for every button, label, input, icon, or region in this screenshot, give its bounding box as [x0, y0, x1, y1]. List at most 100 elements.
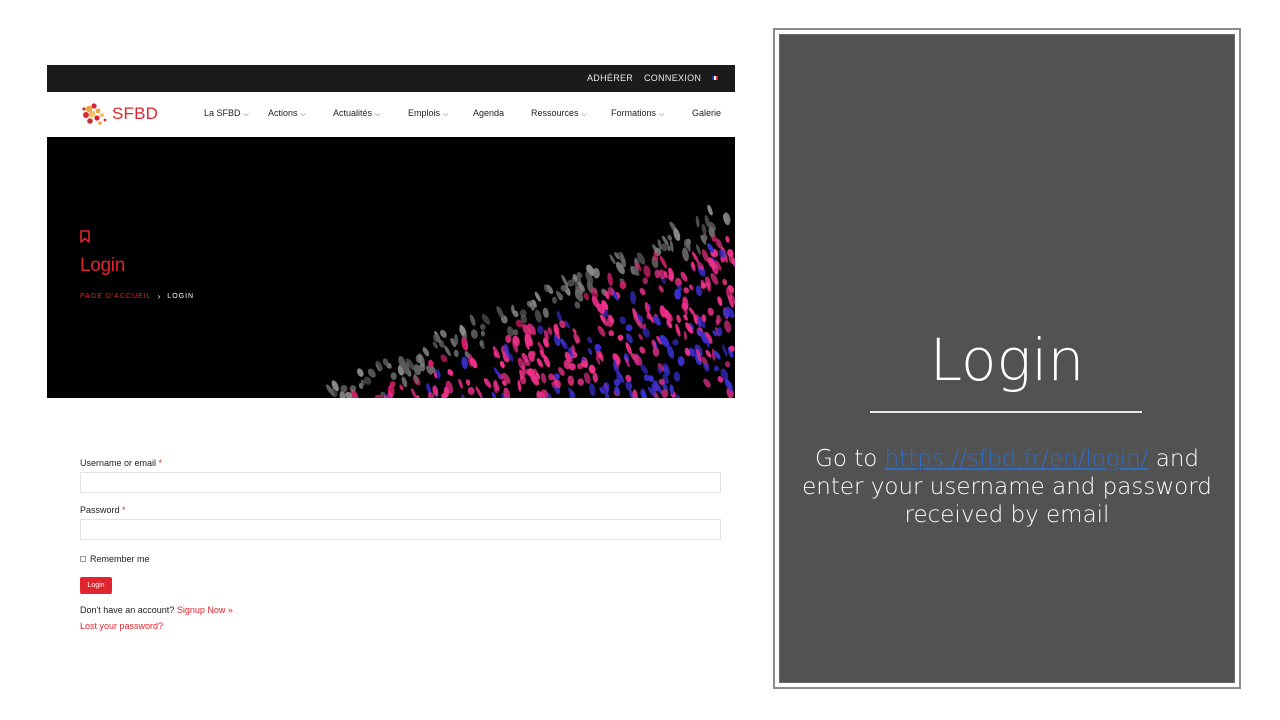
cell-mark: [447, 369, 454, 376]
login-url-link[interactable]: https://sfbd.fr/en/login/: [885, 446, 1149, 472]
cell-mark: [652, 346, 660, 357]
password-input[interactable]: [80, 519, 721, 540]
slide-panel: Login Go to https://sfbd.fr/en/login/ an…: [773, 28, 1241, 689]
cell-mark: [707, 204, 713, 216]
username-input[interactable]: [80, 472, 721, 493]
cell-mark: [608, 330, 615, 337]
adherer-link[interactable]: ADHÉRER: [587, 73, 633, 83]
chevron-down-icon: ⌵: [300, 111, 306, 118]
cell-mark: [534, 309, 542, 323]
cell-mark: [422, 347, 430, 357]
nav-label: Formations: [611, 108, 657, 118]
cell-mark: [440, 354, 448, 363]
nav-label: Emplois: [408, 108, 441, 118]
cell-mark: [659, 255, 668, 269]
cell-mark: [469, 314, 476, 326]
password-label-text: Password: [80, 505, 120, 515]
cell-mark: [480, 330, 485, 337]
lost-password-link[interactable]: Lost your password?: [80, 621, 163, 631]
nav-label: Actions: [268, 108, 298, 118]
cell-mark: [483, 378, 492, 388]
cell-mark: [724, 320, 732, 333]
cell-mark: [499, 360, 505, 369]
nav-agenda[interactable]: Agenda: [473, 108, 504, 118]
cell-mark: [465, 379, 471, 386]
nav-label: La SFBD: [204, 108, 241, 118]
remember-checkbox[interactable]: [80, 556, 86, 562]
cell-mark: [688, 284, 694, 291]
nav-label: Actualités: [333, 108, 373, 118]
cell-mark: [453, 349, 459, 358]
cell-mark: [410, 388, 417, 398]
connexion-link[interactable]: CONNEXION: [644, 73, 701, 83]
cell-mark: [597, 325, 606, 337]
nav-label: Galerie: [692, 108, 722, 118]
cell-mark: [574, 301, 581, 309]
cell-mark: [632, 389, 638, 398]
cell-mark: [722, 278, 728, 286]
sfbd-logo[interactable]: SFBD: [80, 100, 158, 128]
cell-mark: [703, 378, 711, 388]
nav-ressources[interactable]: Ressources ⌵: [531, 108, 587, 119]
remember-me[interactable]: Remember me: [80, 554, 150, 564]
required-mark: *: [158, 458, 163, 468]
cell-mark: [461, 356, 468, 370]
logo-text: SFBD: [112, 104, 159, 123]
username-label-text: Username or email: [80, 458, 157, 468]
chevron-down-icon: ⌵: [443, 111, 449, 118]
cell-mark: [683, 287, 690, 294]
nav-actions[interactable]: Actions ⌵: [268, 108, 306, 119]
cell-mark: [643, 265, 651, 278]
cell-mark: [461, 394, 465, 398]
bookmark-icon: [80, 230, 90, 243]
nav-actualites[interactable]: Actualités ⌵: [333, 108, 380, 119]
cell-mark: [583, 372, 591, 384]
cell-mark: [493, 367, 502, 379]
nav-galerie[interactable]: Galerie: [692, 108, 721, 118]
cell-mark: [696, 244, 701, 255]
cell-mark: [587, 347, 593, 355]
slide-instructions: Go to https://sfbd.fr/en/login/ and ente…: [800, 445, 1214, 529]
cell-mark: [617, 334, 624, 341]
chevron-down-icon: ⌵: [243, 111, 249, 118]
cell-mark: [667, 234, 673, 241]
cell-mark: [567, 375, 575, 386]
main-navbar: SFBD La SFBD ⌵ Actions ⌵ Actualités ⌵ Emplo…: [47, 92, 735, 137]
required-mark: *: [122, 505, 126, 515]
signup-link[interactable]: Signup Now »: [177, 605, 233, 615]
nav-emplois[interactable]: Emplois ⌵: [408, 108, 448, 119]
cell-mark: [707, 307, 714, 316]
top-bar: ADHÉRER CONNEXION: [47, 65, 735, 92]
cells-microscopy-image: [325, 204, 735, 398]
cell-mark: [638, 333, 643, 340]
cell-mark: [607, 272, 613, 287]
nav-la-sfbd[interactable]: La SFBD ⌵: [204, 108, 249, 119]
password-label: Password *: [80, 505, 126, 515]
cell-mark: [673, 371, 681, 382]
cell-mark: [587, 336, 593, 344]
cell-mark: [583, 292, 590, 301]
cell-mark: [722, 344, 728, 357]
chevron-down-icon: ⌵: [659, 111, 665, 118]
cell-mark: [349, 385, 357, 392]
page-title: Login: [80, 255, 125, 276]
french-flag-icon[interactable]: [712, 76, 718, 80]
cell-mark: [672, 339, 679, 346]
remember-label: Remember me: [90, 554, 150, 564]
cell-mark: [701, 223, 707, 235]
cell-mark: [612, 353, 621, 365]
login-button[interactable]: Login: [80, 577, 112, 594]
lost-password-wrapper: Lost your password?: [80, 621, 163, 631]
breadcrumb-home-link[interactable]: PAGE D'ACCUEIL: [80, 293, 152, 300]
cell-mark: [639, 288, 646, 296]
cell-mark: [592, 372, 598, 383]
cell-mark: [542, 307, 549, 318]
cell-mark: [717, 296, 723, 306]
cell-mark: [540, 372, 547, 384]
cell-mark: [723, 212, 731, 226]
breadcrumb-separator: ›: [157, 292, 162, 301]
cell-mark: [677, 356, 685, 367]
nav-formations[interactable]: Formations ⌵: [611, 108, 664, 119]
cell-mark: [705, 349, 712, 358]
hero-banner: Login PAGE D'ACCUEIL › LOGIN: [47, 137, 735, 398]
